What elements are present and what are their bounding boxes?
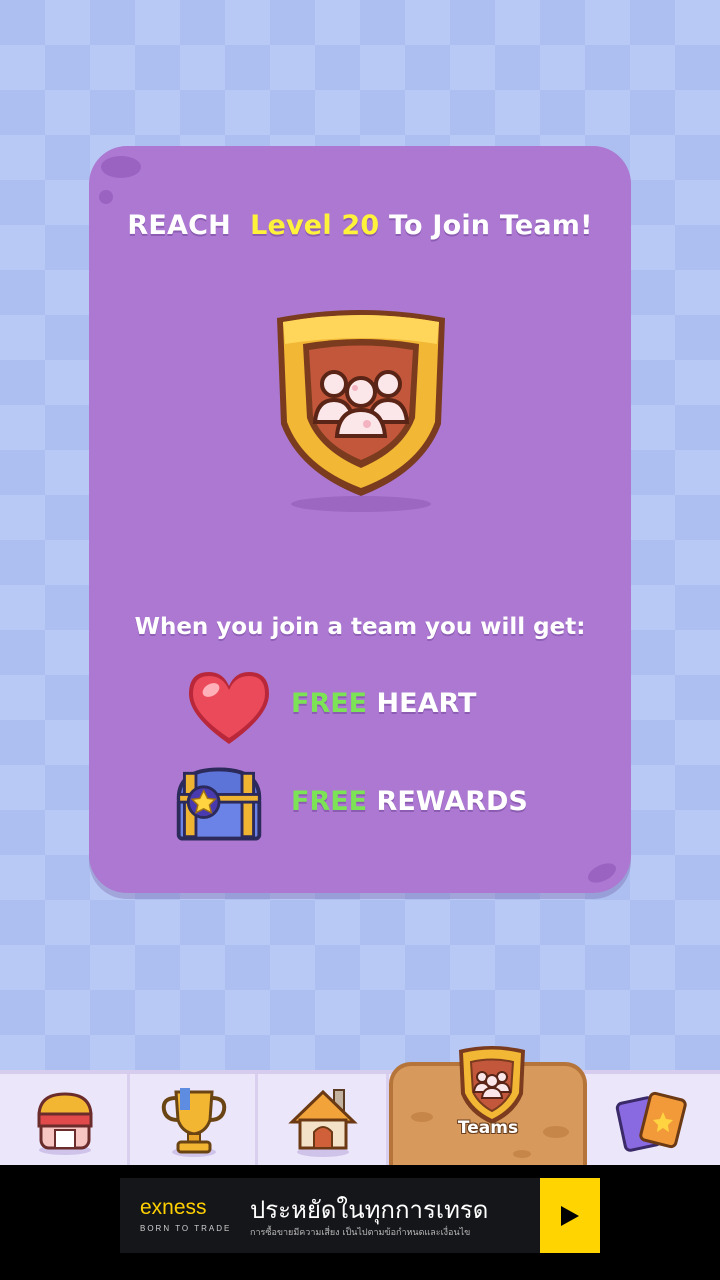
nav-teams[interactable]: Teams: [389, 1046, 587, 1165]
treasure-chest-icon: [176, 767, 262, 841]
free-tag: FREE: [291, 688, 368, 719]
title-prefix: REACH: [127, 210, 231, 241]
nav-trophy[interactable]: [130, 1074, 258, 1169]
trophy-icon: [161, 1088, 227, 1157]
nav-shop[interactable]: [0, 1074, 130, 1169]
card-decoration: [99, 190, 113, 204]
perk-name: REWARDS: [376, 786, 528, 817]
home-icon: [288, 1089, 358, 1157]
ad-headline: ประหยัดในทุกการเทรด: [250, 1196, 489, 1224]
cards-icon: [615, 1091, 687, 1152]
ad-play-button[interactable]: [540, 1178, 600, 1253]
free-tag: FREE: [291, 786, 368, 817]
teams-icon: [459, 1046, 525, 1124]
card-decoration: [101, 156, 141, 178]
play-icon: [561, 1206, 579, 1226]
heart-icon: [189, 672, 269, 744]
perk-free-heart: FREE HEART: [89, 664, 631, 754]
nav-cards[interactable]: [587, 1074, 720, 1169]
card-decoration: [585, 859, 619, 887]
nav-home[interactable]: [258, 1074, 389, 1169]
required-level: Level 20: [250, 210, 380, 241]
perk-label: FREE HEART: [291, 688, 476, 719]
benefits-subtitle: When you join a team you will get:: [134, 614, 586, 640]
bottom-navbar: [0, 1070, 720, 1169]
perk-name: HEART: [376, 688, 477, 719]
team-shield-icon: [277, 310, 445, 512]
ad-banner[interactable]: exness BORN TO TRADE ประหยัดในทุกการเทรด…: [120, 1178, 600, 1253]
perk-free-rewards: FREE REWARDS: [89, 760, 631, 850]
title-suffix: To Join Team!: [388, 210, 593, 241]
shop-icon: [37, 1092, 93, 1155]
nav-teams-label: Teams: [457, 1118, 519, 1138]
ad-subtext: การซื้อขายมีความเสี่ยง เป็นไปตามข้อกำหนด…: [250, 1228, 471, 1238]
requirement-title: REACH Level 20 To Join Team!: [89, 210, 631, 241]
ad-banner-bar: exness BORN TO TRADE ประหยัดในทุกการเทรด…: [0, 1165, 720, 1280]
ad-brand: exness: [140, 1196, 207, 1219]
join-team-card: REACH Level 20 To Join Team! When you jo…: [89, 146, 631, 893]
ad-tagline: BORN TO TRADE: [140, 1224, 232, 1233]
perk-label: FREE REWARDS: [291, 786, 528, 817]
